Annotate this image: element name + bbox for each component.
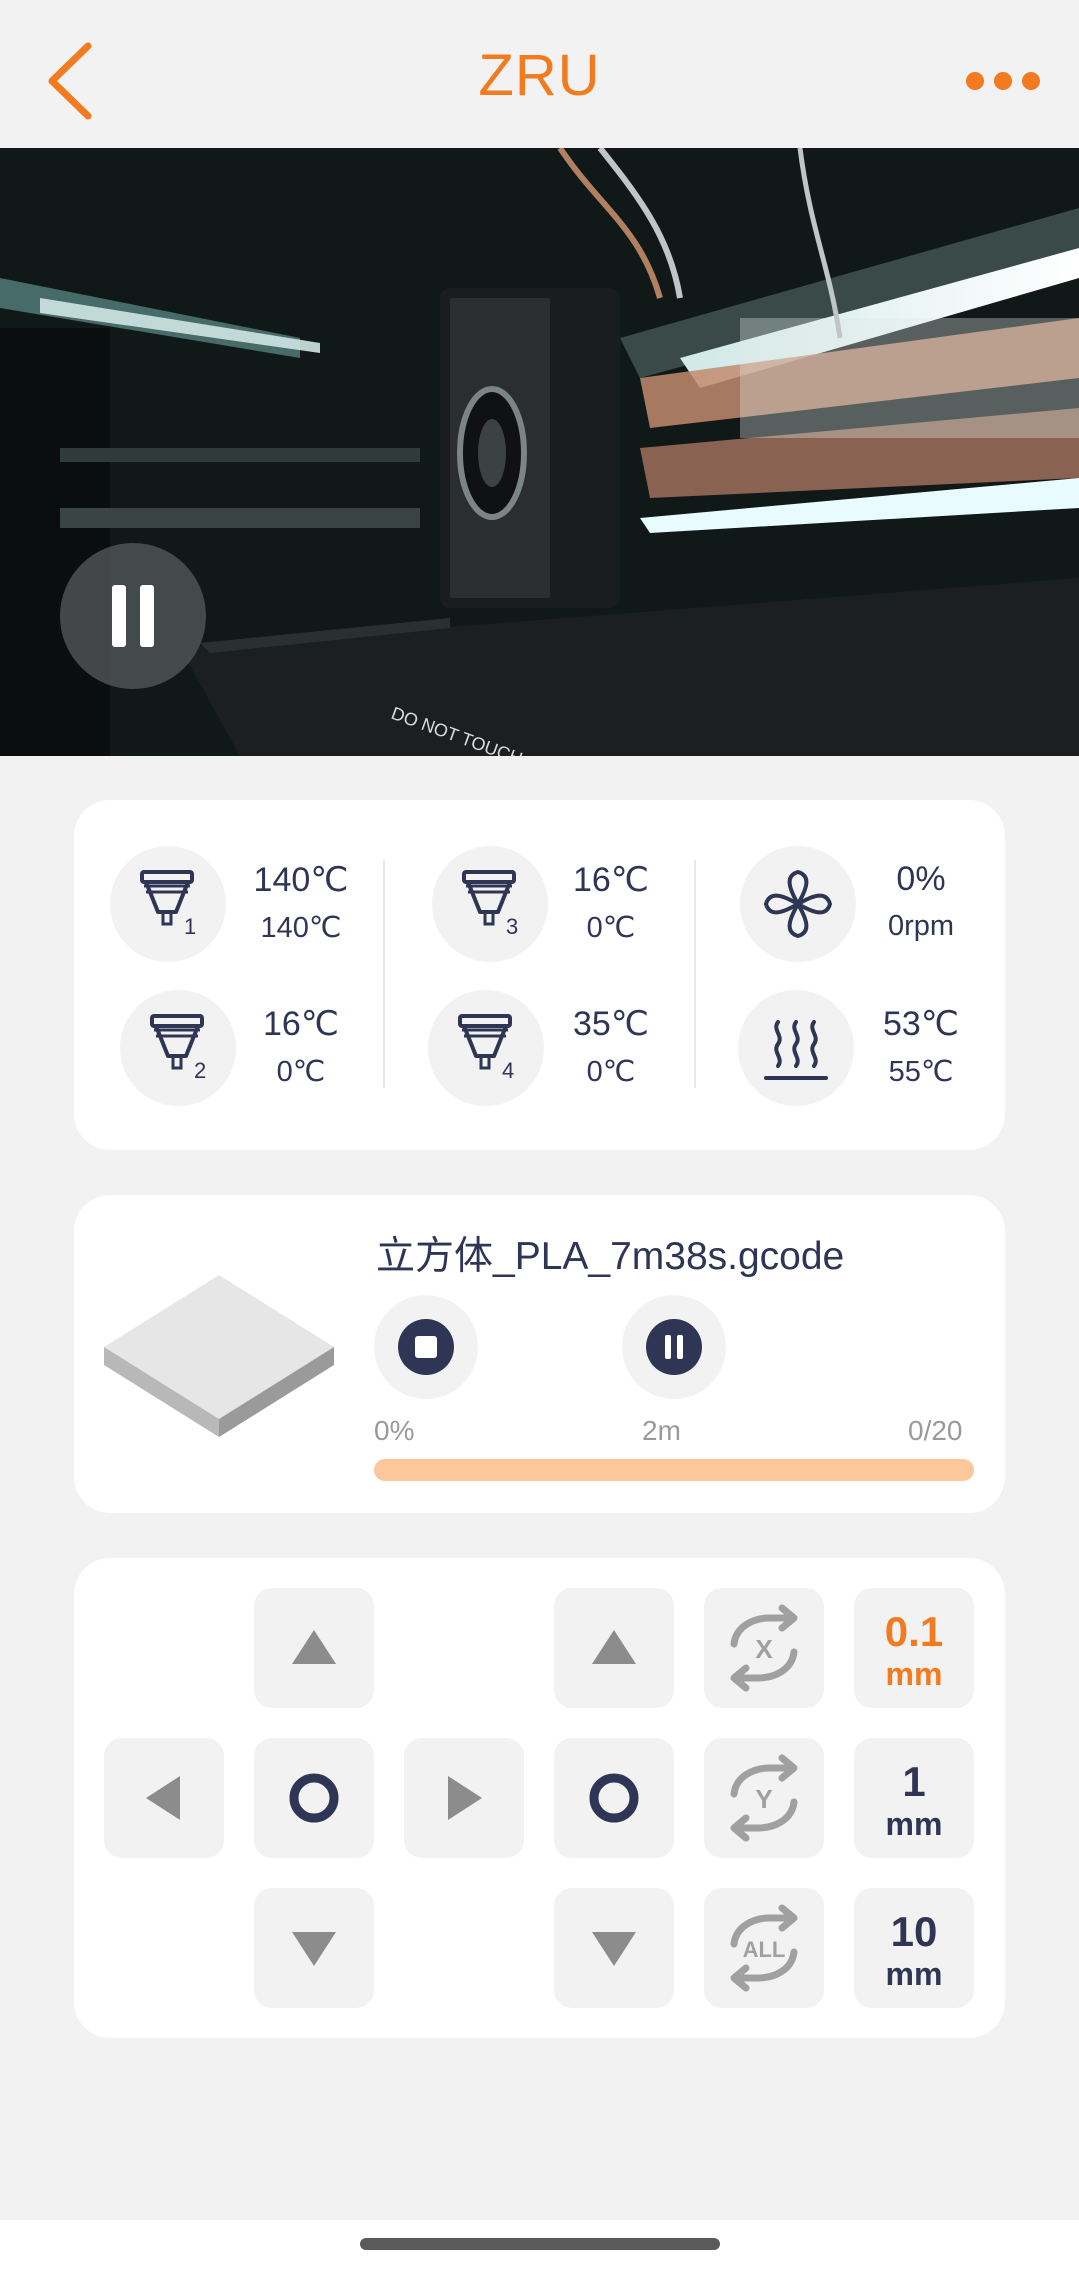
cube-model-icon	[104, 1275, 334, 1437]
layer-count: 0/20	[908, 1415, 963, 1446]
extruder-3-current-temp: 16℃	[572, 861, 649, 899]
extruder-4-current-temp: 35℃	[572, 1005, 649, 1043]
print-progress-bar	[374, 1459, 974, 1481]
stop-print-button[interactable]	[374, 1295, 478, 1399]
extruder-2-button[interactable]: 2	[120, 990, 236, 1106]
step-size-value: 0.1	[884, 1608, 944, 1655]
heated-bed-button[interactable]	[738, 990, 854, 1106]
page-title: ZRU	[478, 43, 601, 108]
camera-feed[interactable]: DO NOT TOUCH	[0, 148, 1079, 756]
nozzle-icon: 4	[458, 1014, 514, 1083]
extruder-1-target-temp: 140℃	[260, 912, 342, 944]
extruder-1-current-temp: 140℃	[253, 861, 349, 899]
motion-control-panel: X Y ALL 0.1 mm 1 mm 10 mm	[74, 1558, 1005, 2038]
pause-icon	[665, 1335, 683, 1359]
print-job-panel: 立方体_PLA_7m38s.gcode 0% 2m 0/20	[74, 1195, 1005, 1513]
bed-target-temp: 55℃	[888, 1056, 954, 1088]
home-all-button[interactable]: ALL	[704, 1888, 824, 2008]
more-button[interactable]	[963, 66, 1043, 96]
step-size-unit: mm	[885, 1656, 943, 1692]
extruder-2-target-temp: 0℃	[276, 1056, 326, 1088]
nozzle-icon: 2	[150, 1014, 206, 1083]
column-divider	[694, 860, 696, 1088]
app-header: ZRU	[0, 0, 1079, 148]
step-size-value: 1	[902, 1758, 926, 1805]
jog-z-down-button[interactable]	[554, 1888, 674, 2008]
jog-x-plus-button[interactable]	[404, 1738, 524, 1858]
print-time: 2m	[642, 1415, 681, 1446]
home-circle-icon	[589, 1773, 639, 1823]
temperature-panel: 1 140℃ 140℃ 2 16℃ 0℃ 3 16℃ 0℃ 4 35℃ 0℃ 0…	[74, 800, 1005, 1150]
bed-current-temp: 53℃	[882, 1005, 959, 1043]
arrow-up-icon	[592, 1630, 636, 1664]
arrow-down-icon	[592, 1932, 636, 1966]
arrow-up-icon	[292, 1630, 336, 1664]
step-size-unit: mm	[885, 1956, 943, 1992]
fan-icon	[764, 870, 832, 938]
fan-speed-percent: 0%	[896, 860, 946, 898]
step-size-value: 10	[890, 1908, 938, 1955]
nozzle-icon: 1	[140, 870, 196, 939]
svg-text:4: 4	[502, 1058, 514, 1083]
home-circle-icon	[289, 1773, 339, 1823]
svg-text:1: 1	[184, 914, 196, 939]
home-y-axis-button[interactable]: Y	[704, 1738, 824, 1858]
arrow-left-icon	[146, 1776, 180, 1820]
step-size-0-1mm-button[interactable]: 0.1 mm	[854, 1588, 974, 1708]
column-divider	[383, 860, 385, 1088]
step-size-1mm-button[interactable]: 1 mm	[854, 1738, 974, 1858]
step-size-10mm-button[interactable]: 10 mm	[854, 1888, 974, 2008]
fan-rpm: 0rpm	[887, 910, 955, 942]
home-x-axis-button[interactable]: X	[704, 1588, 824, 1708]
svg-text:3: 3	[506, 914, 518, 939]
jog-x-minus-button[interactable]	[104, 1738, 224, 1858]
extruder-2-current-temp: 16℃	[262, 1005, 339, 1043]
svg-text:ALL: ALL	[743, 1937, 786, 1962]
fan-button[interactable]	[740, 846, 856, 962]
arrow-right-icon	[448, 1776, 482, 1820]
home-indicator[interactable]	[360, 2238, 720, 2250]
stop-icon	[415, 1336, 437, 1358]
jog-y-minus-button[interactable]	[254, 1888, 374, 2008]
nozzle-icon: 3	[462, 870, 518, 939]
progress-percent: 0%	[374, 1415, 415, 1446]
camera-pause-button[interactable]	[60, 543, 206, 689]
extruder-4-button[interactable]: 4	[428, 990, 544, 1106]
more-horizontal-icon	[966, 72, 1040, 90]
home-z-button[interactable]	[554, 1738, 674, 1858]
svg-text:Y: Y	[755, 1784, 772, 1814]
refresh-y-icon: Y	[730, 1754, 798, 1842]
extruder-1-button[interactable]: 1	[110, 846, 226, 962]
model-preview	[104, 1265, 344, 1445]
extruder-3-button[interactable]: 3	[432, 846, 548, 962]
home-xy-button[interactable]	[254, 1738, 374, 1858]
jog-z-up-button[interactable]	[554, 1588, 674, 1708]
extruder-3-target-temp: 0℃	[586, 912, 636, 944]
arrow-down-icon	[292, 1932, 336, 1966]
step-size-unit: mm	[885, 1806, 943, 1842]
extruder-4-target-temp: 0℃	[586, 1056, 636, 1088]
svg-text:2: 2	[194, 1058, 206, 1083]
refresh-all-icon: ALL	[730, 1904, 798, 1992]
pause-print-button[interactable]	[622, 1295, 726, 1399]
heated-bed-icon	[764, 1020, 828, 1080]
refresh-x-icon: X	[730, 1604, 798, 1692]
print-filename: 立方体_PLA_7m38s.gcode	[376, 1235, 845, 1278]
pause-icon	[112, 585, 126, 647]
svg-text:X: X	[755, 1634, 773, 1664]
jog-y-plus-button[interactable]	[254, 1588, 374, 1708]
